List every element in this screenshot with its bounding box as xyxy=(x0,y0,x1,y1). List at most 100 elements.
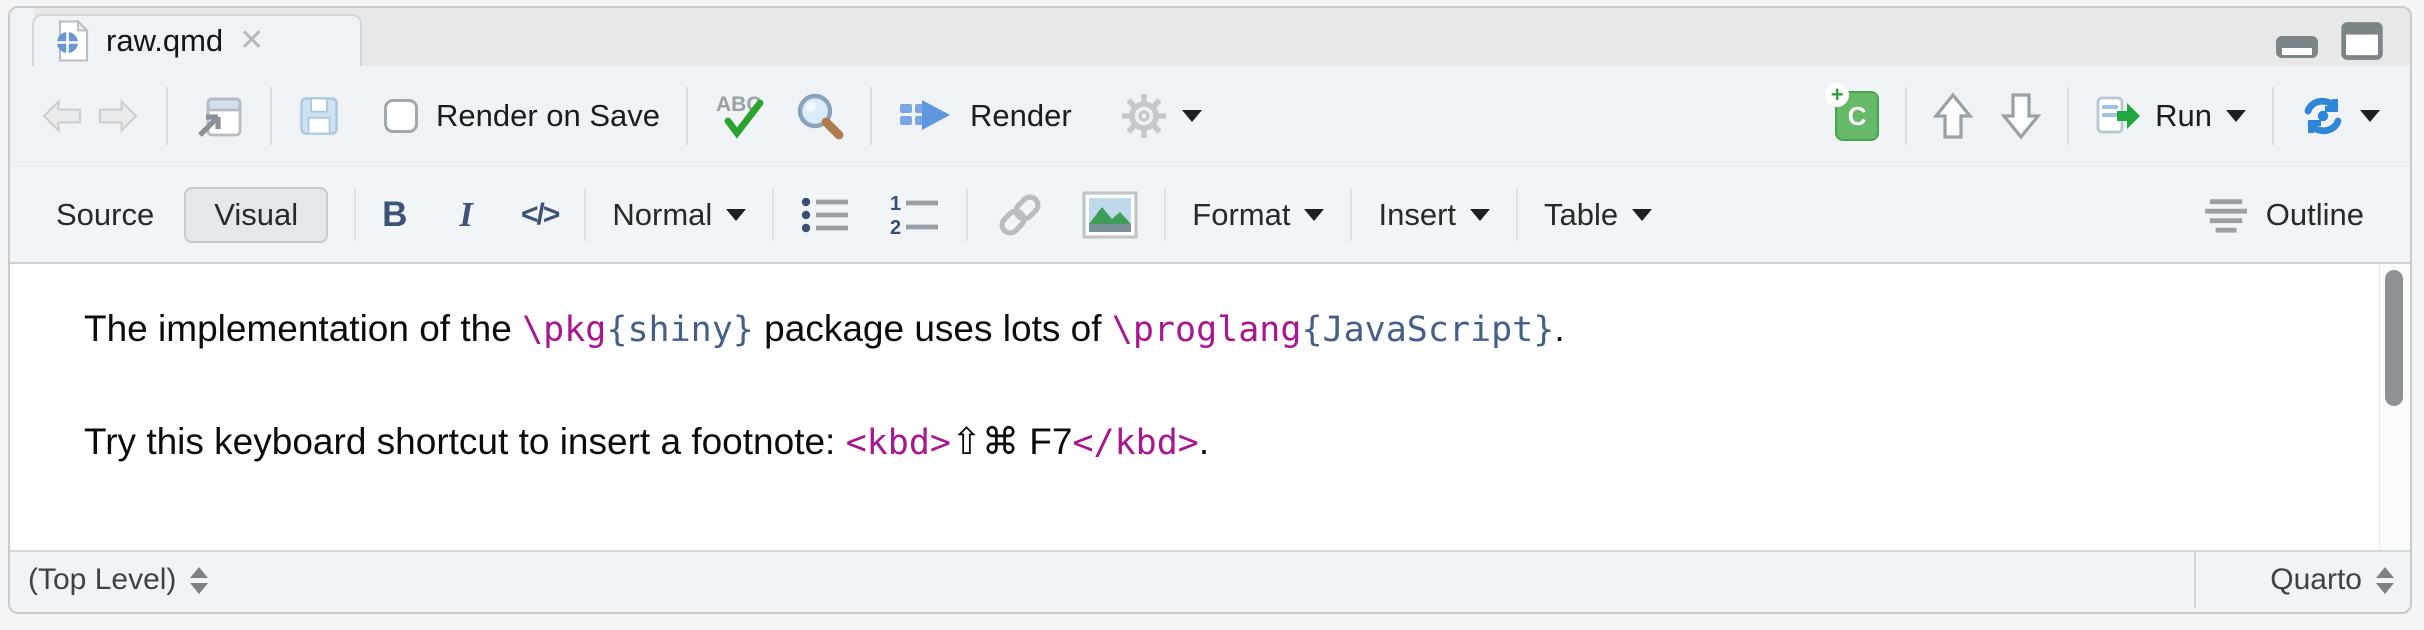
rerun-dropdown-caret[interactable] xyxy=(2360,110,2380,122)
visual-mode-label: Visual xyxy=(214,197,298,233)
insert-menu-label: Insert xyxy=(1378,197,1456,233)
render-icon xyxy=(898,94,952,138)
text-segment-cmd: \proglang xyxy=(1112,310,1302,350)
separator xyxy=(270,87,272,145)
text-segment-cmd: <kbd> xyxy=(846,423,951,463)
gear-dropdown-caret[interactable] xyxy=(1182,110,1202,122)
separator xyxy=(166,87,168,145)
scope-selector[interactable]: (Top Level) xyxy=(10,563,208,597)
paragraph: The implementation of the \pkg{shiny} pa… xyxy=(84,308,1565,350)
format-menu-caret xyxy=(1304,209,1324,221)
source-mode-label: Source xyxy=(56,197,154,233)
svg-text:2: 2 xyxy=(890,217,901,238)
bullet-list-icon[interactable] xyxy=(800,194,852,236)
bold-button[interactable]: B xyxy=(382,195,407,235)
format-menu[interactable]: Format xyxy=(1192,197,1324,233)
table-menu-label: Table xyxy=(1544,197,1618,233)
vertical-scrollbar[interactable] xyxy=(2379,264,2410,550)
window-controls xyxy=(2274,20,2384,62)
insert-menu-caret xyxy=(1470,209,1490,221)
editor-toolbar: Render on Save ABC Render xyxy=(10,66,2410,166)
separator xyxy=(1350,189,1352,241)
insert-menu[interactable]: Insert xyxy=(1378,197,1490,233)
block-format-value: Normal xyxy=(612,197,712,233)
text-segment-plain: . xyxy=(1199,421,1209,462)
outline-toggle[interactable]: Outline xyxy=(2204,196,2364,234)
text-segment-plain: Try this keyboard shortcut to insert a f… xyxy=(84,421,846,462)
source-mode-button[interactable]: Source xyxy=(56,197,154,233)
image-icon[interactable] xyxy=(1082,191,1138,239)
separator xyxy=(966,189,968,241)
separator xyxy=(354,189,356,241)
render-on-save-checkbox[interactable] xyxy=(384,99,418,133)
format-menu-label: Format xyxy=(1192,197,1290,233)
separator xyxy=(1516,189,1518,241)
text-segment-plain: . xyxy=(1554,308,1564,349)
text-segment-arg: {JavaScript} xyxy=(1301,310,1554,350)
go-next-section-icon[interactable] xyxy=(2001,92,2041,140)
rerun-source-icon[interactable] xyxy=(2300,95,2346,137)
tab-bar: raw.qmd ✕ xyxy=(10,8,2410,66)
render-button[interactable]: Render xyxy=(898,94,1072,138)
document-type-label: Quarto xyxy=(2270,563,2362,597)
text-segment-kbd: ⇧⌘ F7 xyxy=(951,421,1072,462)
chunk-letter: C xyxy=(1848,101,1867,132)
separator xyxy=(2067,87,2069,145)
separator xyxy=(1905,87,1907,145)
quarto-file-icon xyxy=(54,20,90,62)
insert-chunk-icon[interactable]: C + xyxy=(1835,91,1879,141)
run-label: Run xyxy=(2155,98,2212,134)
link-icon[interactable] xyxy=(994,193,1046,237)
tab-title: raw.qmd xyxy=(106,23,223,59)
minimize-pane-icon[interactable] xyxy=(2274,26,2320,62)
separator xyxy=(772,189,774,241)
text-segment-cmd: \pkg xyxy=(522,310,606,350)
inline-code-button[interactable]: </> xyxy=(521,198,558,232)
table-menu-caret xyxy=(1632,209,1652,221)
separator xyxy=(2272,87,2274,145)
outline-icon xyxy=(2204,196,2250,234)
text-segment-plain: The implementation of the xyxy=(84,308,522,349)
scope-label: (Top Level) xyxy=(28,563,176,597)
tab-bar-left-cap xyxy=(10,8,34,66)
save-icon[interactable] xyxy=(298,95,340,137)
forward-icon[interactable] xyxy=(96,98,140,134)
numbered-list-icon[interactable]: 1 2 xyxy=(888,192,940,238)
outline-label: Outline xyxy=(2266,197,2364,233)
gear-icon[interactable] xyxy=(1120,92,1168,140)
run-icon xyxy=(2095,95,2141,137)
chunk-plus-badge: + xyxy=(1825,83,1849,107)
document-editor[interactable]: The implementation of the \pkg{shiny} pa… xyxy=(10,264,2410,550)
separator xyxy=(1164,189,1166,241)
render-on-save-label[interactable]: Render on Save xyxy=(436,98,660,134)
svg-text:1: 1 xyxy=(890,193,901,215)
table-menu[interactable]: Table xyxy=(1544,197,1652,233)
spellcheck-icon[interactable]: ABC xyxy=(714,91,770,141)
scrollbar-thumb[interactable] xyxy=(2385,270,2403,406)
scope-updown-icon xyxy=(190,567,208,594)
open-in-new-window-icon[interactable] xyxy=(194,93,244,139)
back-icon[interactable] xyxy=(40,98,84,134)
document-type-updown-icon xyxy=(2376,567,2394,594)
text-segment-plain: package uses lots of xyxy=(754,308,1112,349)
document-type-selector[interactable]: Quarto xyxy=(2194,552,2410,608)
block-format-caret xyxy=(726,209,746,221)
run-dropdown-caret[interactable] xyxy=(2226,110,2246,122)
text-segment-arg: {shiny} xyxy=(606,310,754,350)
editor-status-bar: (Top Level) Quarto xyxy=(10,550,2410,608)
separator xyxy=(584,189,586,241)
separator xyxy=(686,87,688,145)
text-segment-cmd: </kbd> xyxy=(1072,423,1198,463)
visual-mode-button[interactable]: Visual xyxy=(184,187,328,243)
italic-button[interactable]: I xyxy=(459,195,473,235)
go-previous-section-icon[interactable] xyxy=(1933,92,1973,140)
tab-raw-qmd[interactable]: raw.qmd ✕ xyxy=(32,14,362,66)
paragraph: Try this keyboard shortcut to insert a f… xyxy=(84,420,1209,463)
search-icon[interactable] xyxy=(794,91,844,141)
block-format-dropdown[interactable]: Normal xyxy=(612,197,746,233)
maximize-pane-icon[interactable] xyxy=(2340,20,2384,62)
format-toolbar: Source Visual B I </> Normal 1 2 xyxy=(10,166,2410,264)
separator xyxy=(870,87,872,145)
tab-close-icon[interactable]: ✕ xyxy=(239,26,264,56)
run-button[interactable]: Run xyxy=(2095,95,2246,137)
